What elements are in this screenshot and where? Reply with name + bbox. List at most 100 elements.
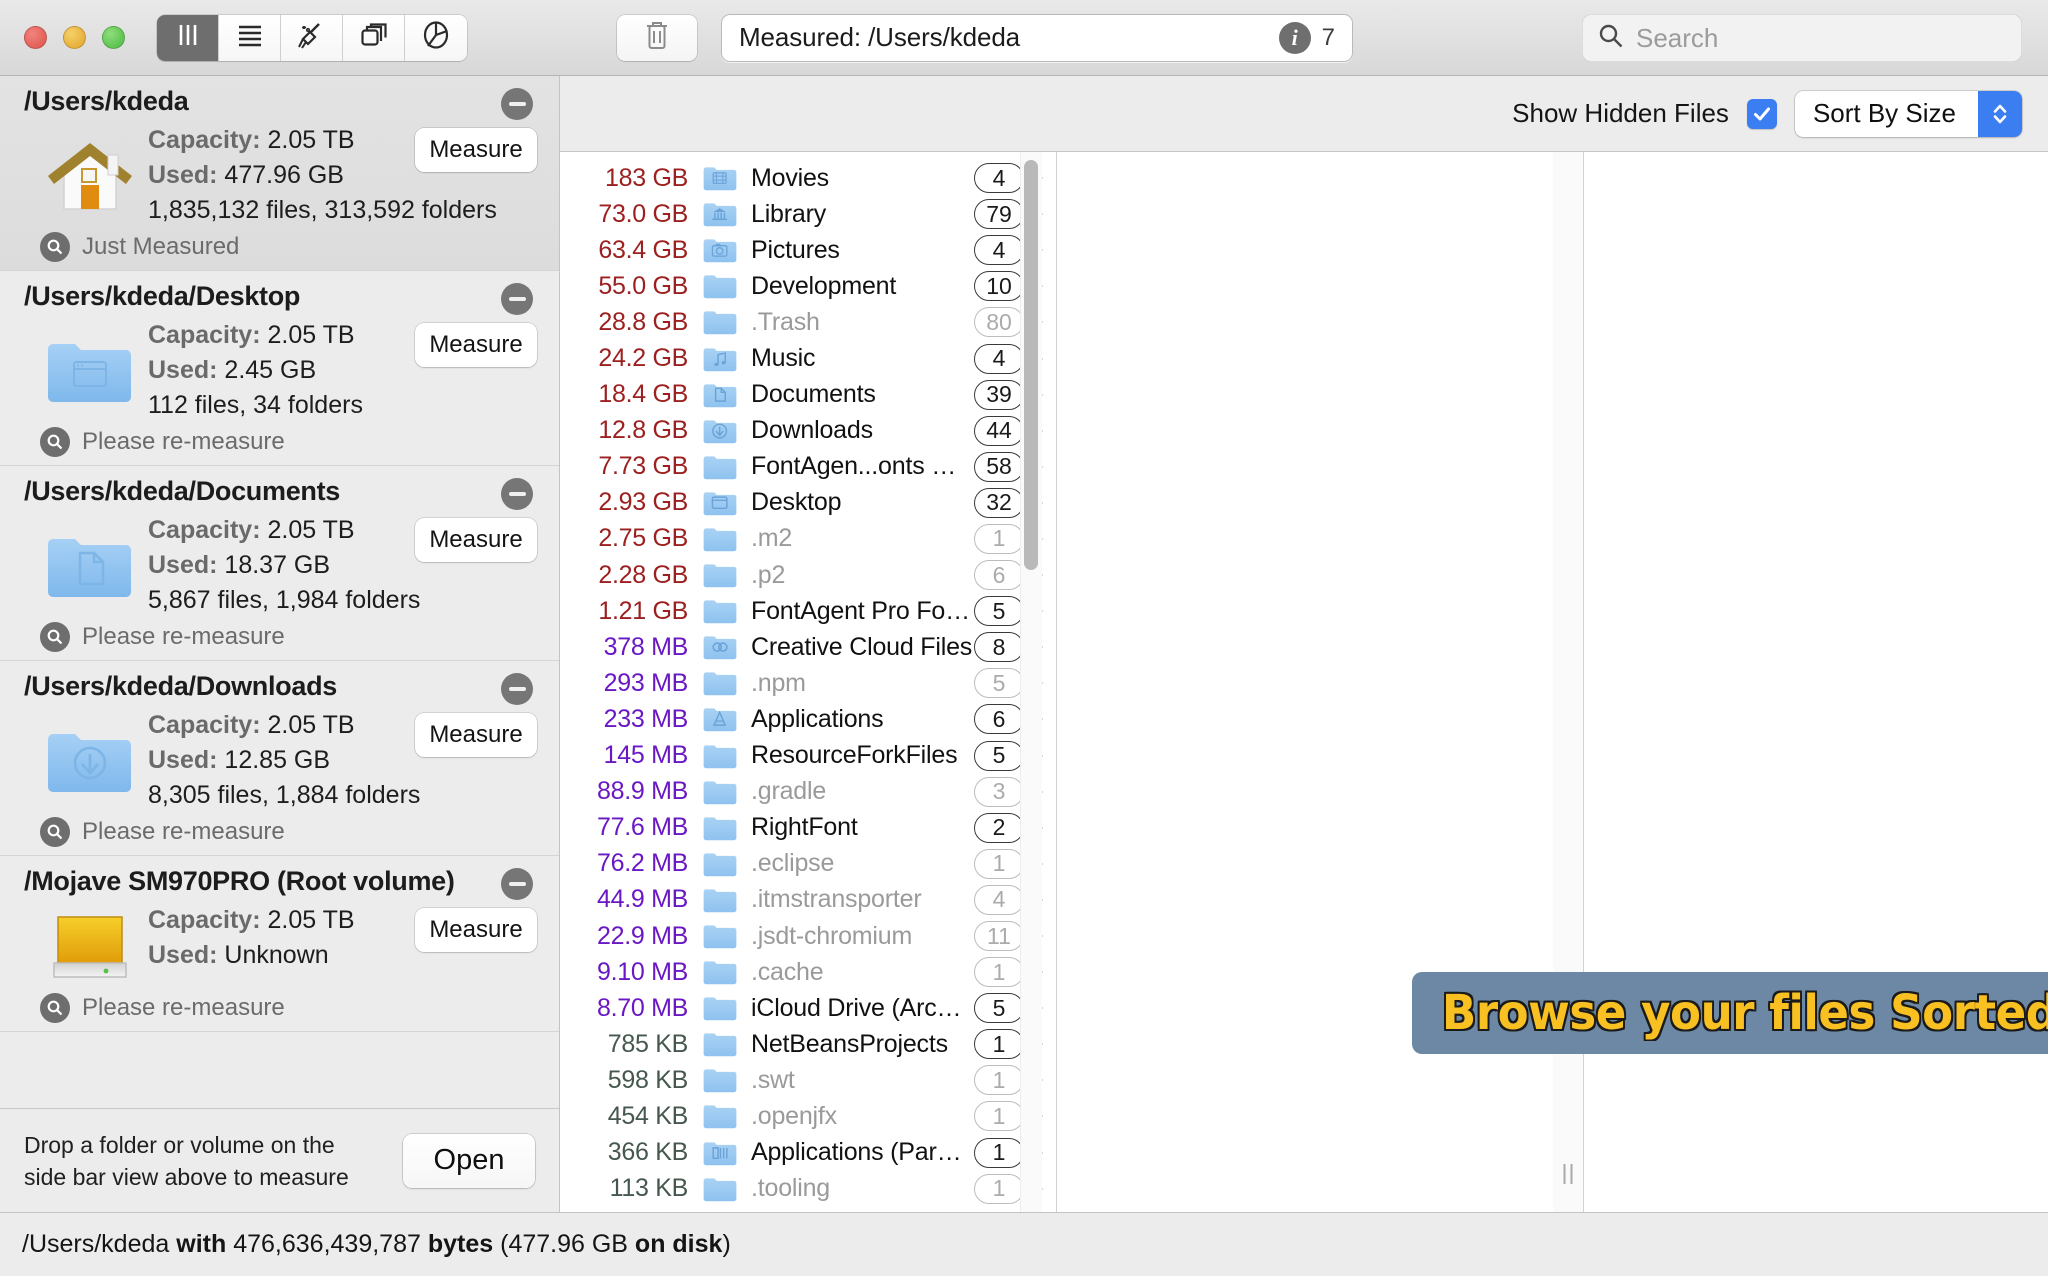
- list-view-button[interactable]: [219, 14, 281, 61]
- creative-cloud-folder-icon: [698, 632, 742, 662]
- file-row[interactable]: 77.6 MB RightFont 2: [560, 810, 1056, 846]
- plain-folder-icon: [698, 741, 742, 771]
- sidebar-item[interactable]: /Users/kdeda/Documents Measure Capacity: 2…: [0, 466, 559, 661]
- measured-path-field[interactable]: Measured: /Users/kdeda i 7: [721, 13, 1353, 62]
- file-row[interactable]: 454 KB .openjfx 1: [560, 1098, 1056, 1134]
- file-row[interactable]: 2.28 GB .p2 6: [560, 557, 1056, 593]
- file-row[interactable]: 63.4 GB Pictures 4: [560, 232, 1056, 268]
- sidebar-volume-list[interactable]: /Users/kdeda Measure Capacity: 2.05 TB Used…: [0, 76, 559, 1108]
- file-row[interactable]: 2.93 GB Desktop 32: [560, 485, 1056, 521]
- file-name: ResourceForkFiles: [751, 741, 958, 770]
- file-list[interactable]: 183 GB Movies 4 73.0 GB Library 79 63.4 GB Pict…: [560, 152, 1056, 1207]
- file-row[interactable]: 24.2 GB Music 4: [560, 340, 1056, 376]
- status-text: Please re-measure: [82, 818, 285, 845]
- sidebar-item[interactable]: /Users/kdeda/Desktop Measure Capacity: 2.0…: [0, 271, 559, 466]
- file-size: 44.9 MB: [596, 885, 688, 914]
- info-icon[interactable]: i: [1278, 21, 1311, 54]
- columns-view-button[interactable]: [157, 14, 219, 61]
- file-row[interactable]: 2.75 GB .m2 1: [560, 521, 1056, 557]
- sort-by-popup[interactable]: Sort By Size: [1794, 90, 2022, 137]
- file-row[interactable]: 88.9 MB .gradle 3: [560, 774, 1056, 810]
- file-row[interactable]: 366 KB Applications (Parallels)1: [560, 1135, 1056, 1171]
- file-row[interactable]: 73.0 GB Library 79: [560, 196, 1056, 232]
- file-counts: 5,867 files, 1,984 folders: [148, 586, 421, 614]
- sidebar-item[interactable]: /Mojave SM970PRO (Root volume) Measure Cap…: [0, 856, 559, 1032]
- file-row[interactable]: 22.9 MB .jsdt-chromium 11: [560, 918, 1056, 954]
- close-button[interactable]: [24, 26, 47, 49]
- measure-button[interactable]: Measure: [415, 128, 537, 172]
- file-row[interactable]: 12.8 GB Downloads 44: [560, 413, 1056, 449]
- file-row[interactable]: 183 GB Movies 4: [560, 160, 1056, 196]
- file-row[interactable]: 76.2 MB .eclipse 1: [560, 846, 1056, 882]
- used-value: 18.37 GB: [224, 551, 331, 579]
- file-name: RightFont: [751, 813, 858, 842]
- file-size: 293 MB: [603, 668, 689, 697]
- open-button[interactable]: Open: [403, 1133, 535, 1188]
- browser-toolbar: Show Hidden Files Sort By Size: [560, 76, 2048, 152]
- plain-folder-icon: [698, 452, 742, 482]
- file-row[interactable]: 28.8 GB .Trash 80: [560, 304, 1056, 340]
- documents-folder-icon: [698, 380, 742, 410]
- file-row[interactable]: 378 MB Creative Cloud Files 8: [560, 629, 1056, 665]
- file-name: .m2: [751, 524, 793, 553]
- file-row[interactable]: 598 KB .swt 1: [560, 1062, 1056, 1098]
- file-size: 88.9 MB: [596, 777, 688, 806]
- file-row[interactable]: 233 MB Applications 6: [560, 701, 1056, 737]
- file-size: 2.75 GB: [598, 524, 688, 553]
- scrollbar-thumb[interactable]: [1024, 160, 1038, 570]
- file-row[interactable]: 1.21 GB FontAgent Pro Fonts 5: [560, 593, 1056, 629]
- file-row[interactable]: 7.73 GB FontAgen...onts MINE 58: [560, 449, 1056, 485]
- magnifier-icon: [40, 232, 70, 262]
- sidebar-item-status: Please re-measure: [0, 427, 559, 457]
- blocks-view-button[interactable]: [343, 14, 405, 61]
- minimize-button[interactable]: [63, 26, 86, 49]
- sidebar-item-path: /Users/kdeda/Documents: [24, 476, 341, 506]
- status-text: Please re-measure: [82, 623, 285, 650]
- measure-button[interactable]: Measure: [415, 518, 537, 562]
- remove-item-button[interactable]: [501, 673, 533, 705]
- zoom-button[interactable]: [102, 26, 125, 49]
- show-hidden-files-checkbox[interactable]: [1746, 98, 1777, 129]
- magnifier-icon: [40, 993, 70, 1023]
- trash-button[interactable]: [617, 14, 697, 61]
- search-field[interactable]: Search: [1582, 14, 2022, 62]
- file-column-1[interactable]: 183 GB Movies 4 73.0 GB Library 79 63.4 GB Pict…: [560, 152, 1056, 1212]
- measure-button[interactable]: Measure: [415, 713, 537, 757]
- remove-item-button[interactable]: [501, 88, 533, 120]
- remove-item-button[interactable]: [501, 868, 533, 900]
- remove-item-button[interactable]: [501, 478, 533, 510]
- file-row[interactable]: 18.4 GB Documents 39: [560, 377, 1056, 413]
- file-row[interactable]: 145 MB ResourceForkFiles 5: [560, 738, 1056, 774]
- library-folder-icon: [698, 199, 742, 229]
- file-row[interactable]: 785 KB NetBeansProjects 1: [560, 1026, 1056, 1062]
- used-label: Used:: [148, 746, 218, 774]
- sidebar-item[interactable]: /Users/kdeda Measure Capacity: 2.05 TB Used…: [0, 76, 559, 271]
- status-on-disk-word: on disk: [634, 1230, 723, 1258]
- piechart-view-button[interactable]: [405, 14, 467, 61]
- file-size: 366 KB: [607, 1138, 689, 1167]
- capacity-label: Capacity:: [148, 906, 261, 934]
- measured-path-value: Measured: /Users/kdeda: [739, 22, 1021, 52]
- file-row[interactable]: 293 MB .npm 5: [560, 665, 1056, 701]
- plain-folder-icon: [698, 849, 742, 879]
- view-mode-segmented-control[interactable]: [157, 14, 467, 61]
- sidebar-item[interactable]: /Users/kdeda/Downloads Measure Capacity: 2…: [0, 661, 559, 856]
- file-row[interactable]: 44.9 MB .itmstransporter 4: [560, 882, 1056, 918]
- blocks-icon: [360, 22, 388, 53]
- titlebar: Measured: /Users/kdeda i 7 Search: [0, 0, 2048, 76]
- home-folder-icon: [38, 123, 142, 228]
- remove-item-button[interactable]: [501, 283, 533, 315]
- file-name: .eclipse: [751, 849, 835, 878]
- file-row[interactable]: 55.0 GB Development 10: [560, 268, 1056, 304]
- file-row[interactable]: 113 KB .tooling 1: [560, 1171, 1056, 1207]
- column-resize-grip[interactable]: [1563, 1164, 1573, 1184]
- child-count-badge: 6: [974, 704, 1024, 735]
- sidebar-item-stats: Capacity: 2.05 TB Used: 2.45 GB 112 files,…: [142, 318, 363, 423]
- measure-button[interactable]: Measure: [415, 323, 537, 367]
- file-row[interactable]: 8.70 MB iCloud Drive (Archive) 5: [560, 990, 1056, 1026]
- measure-button[interactable]: Measure: [415, 908, 537, 952]
- status-text: Please re-measure: [82, 994, 285, 1021]
- file-name: iCloud Drive (Archive): [751, 993, 974, 1022]
- file-row[interactable]: 9.10 MB .cache 1: [560, 954, 1056, 990]
- cleanup-view-button[interactable]: [281, 14, 343, 61]
